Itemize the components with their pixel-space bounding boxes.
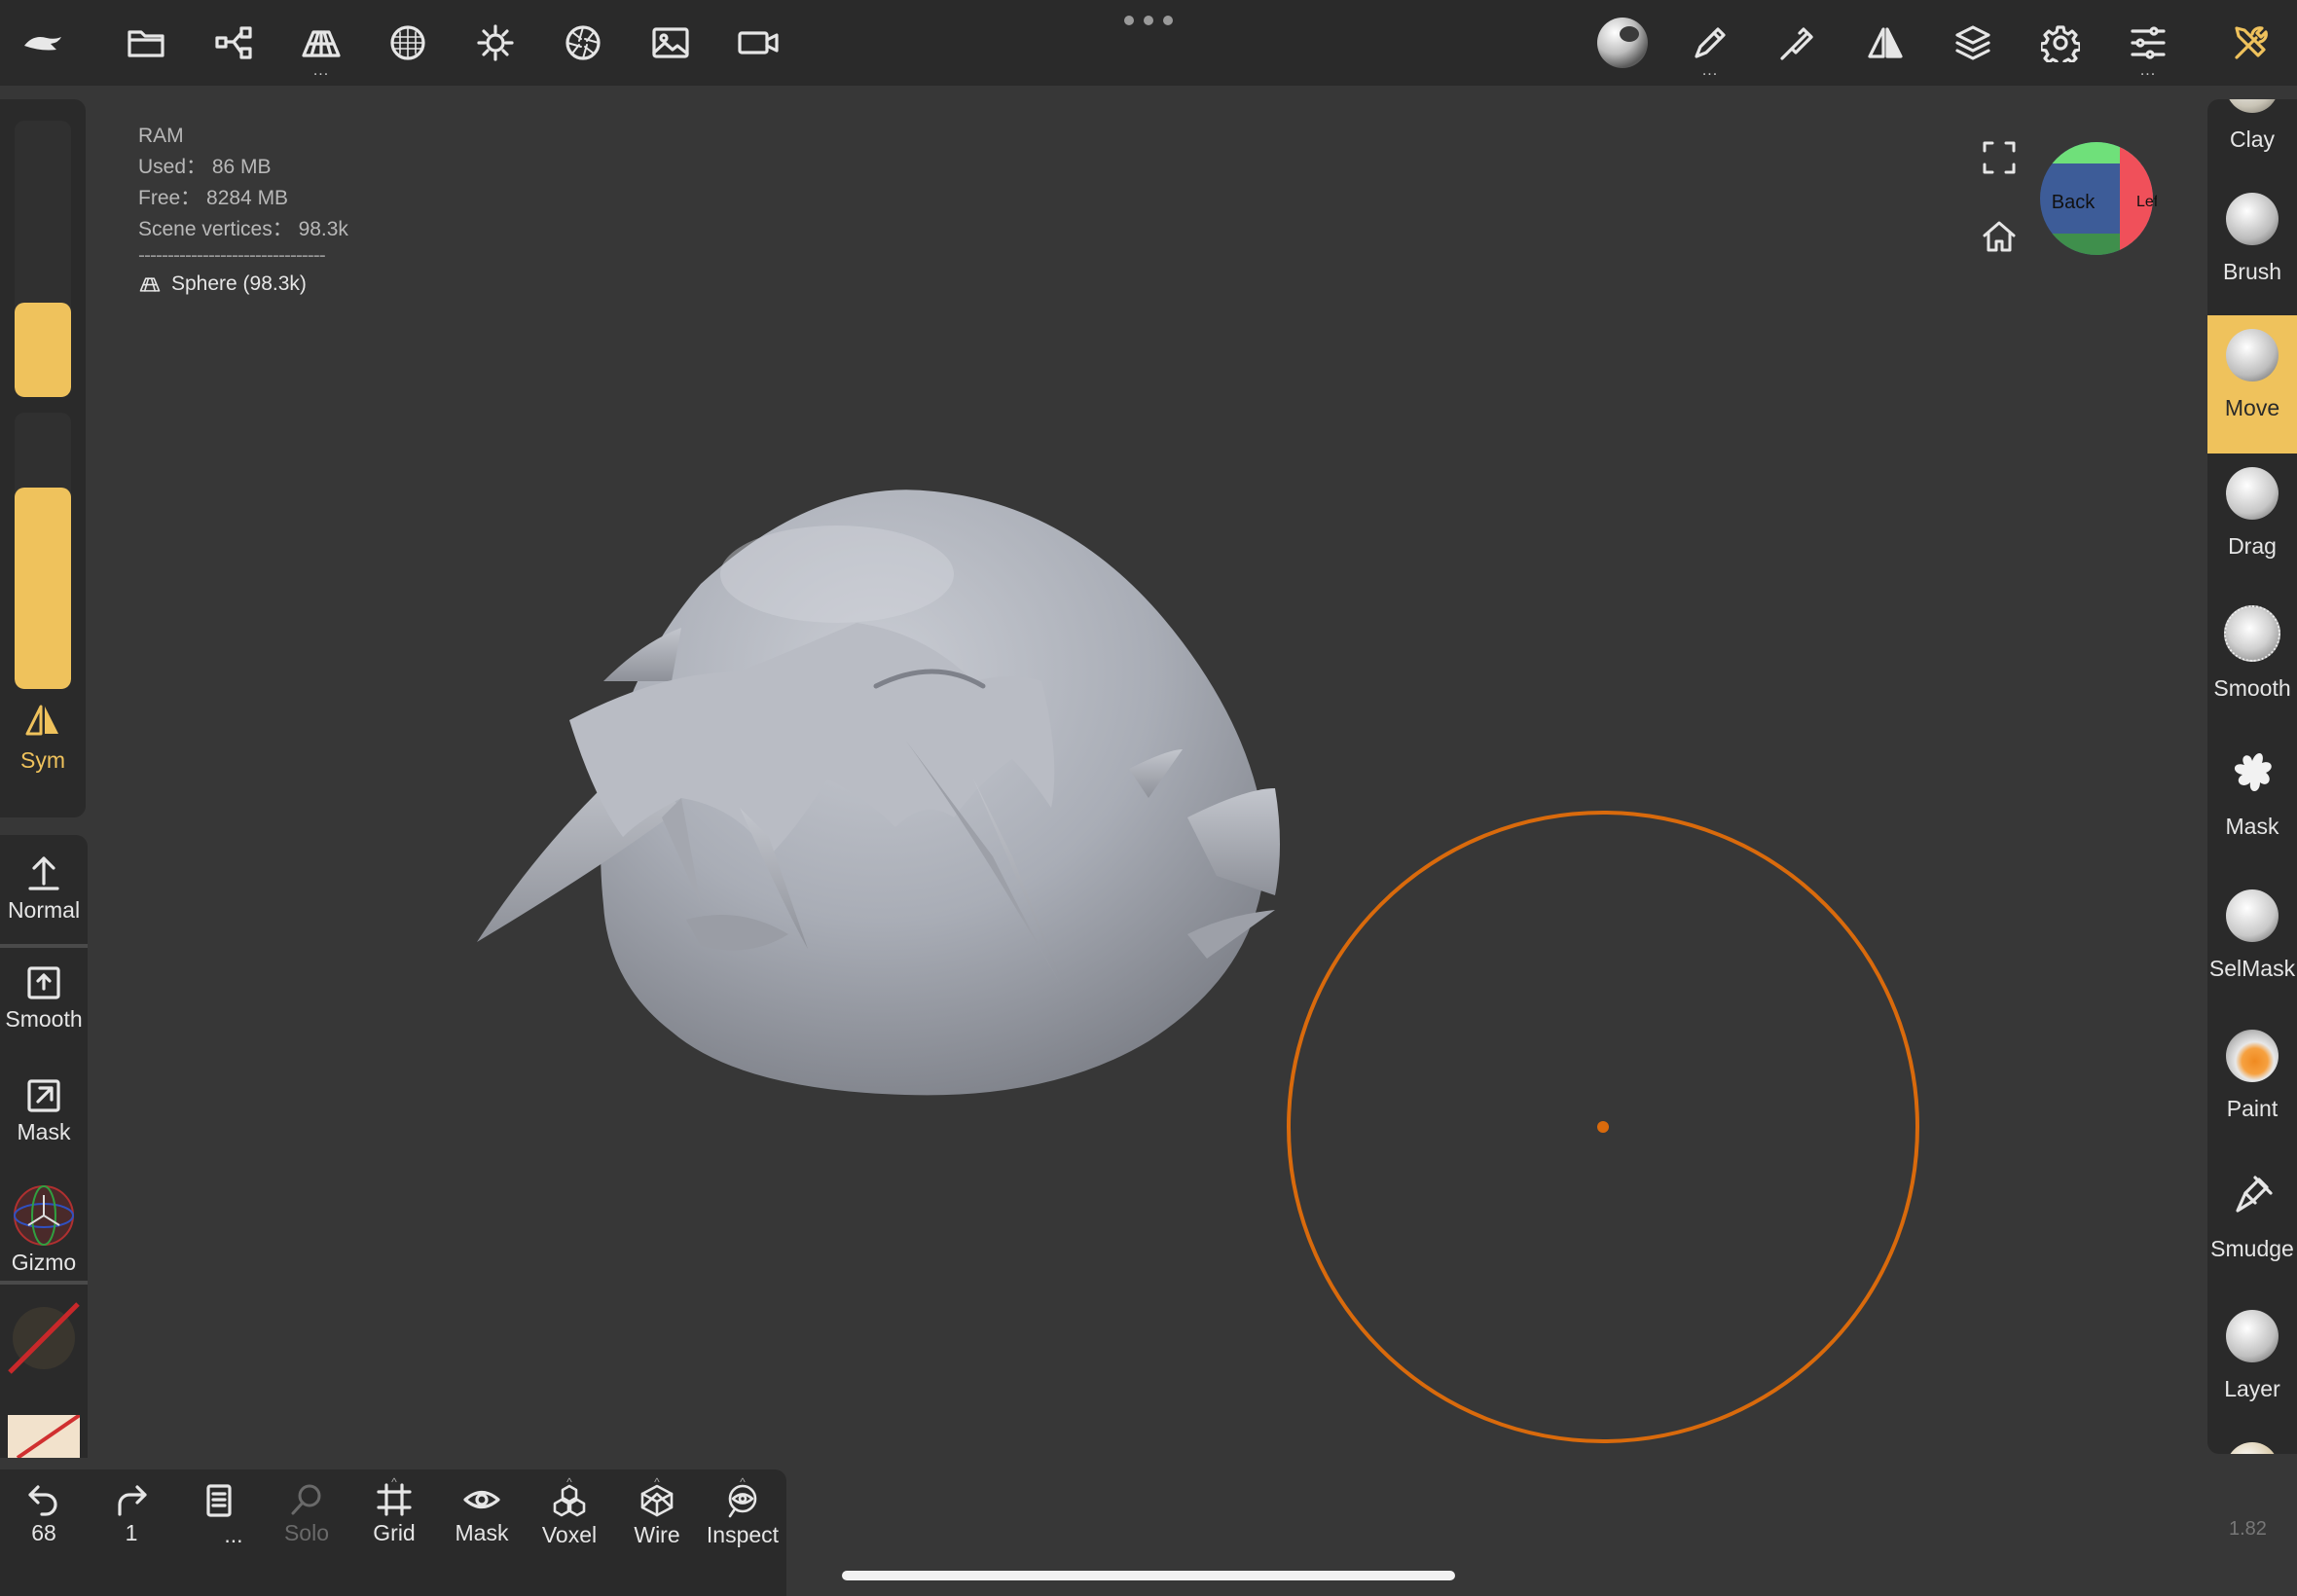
caret-up-icon: ^ bbox=[566, 1475, 572, 1489]
upload-arrow-icon bbox=[28, 856, 59, 890]
bottom-toolbar: 68 1 ... Solo ^ Grid Mask ^ Voxel ^ Wire… bbox=[0, 1469, 786, 1596]
smooth-toggle[interactable]: Smooth bbox=[0, 965, 88, 1033]
divider bbox=[0, 1281, 88, 1285]
solo-button[interactable]: Solo bbox=[263, 1483, 350, 1546]
voxel-label: Voxel bbox=[541, 1522, 598, 1547]
tool-next[interactable] bbox=[2207, 1442, 2297, 1454]
mask-box-icon bbox=[27, 1079, 60, 1112]
redo-count: 1 bbox=[125, 1520, 138, 1545]
undo-icon bbox=[28, 1485, 57, 1516]
caret-up-icon: ^ bbox=[391, 1475, 397, 1489]
smooth-box-icon bbox=[27, 966, 60, 999]
no-material-icon bbox=[8, 1302, 80, 1374]
solo-label: Solo bbox=[283, 1520, 330, 1545]
sculpted-sphere-model[interactable] bbox=[477, 490, 1280, 1096]
normal-button[interactable]: Normal bbox=[0, 854, 88, 924]
mask-splat-icon bbox=[2234, 752, 2272, 791]
document-icon bbox=[206, 1484, 232, 1517]
normal-label: Normal bbox=[7, 897, 81, 923]
next-tool-icon bbox=[2226, 1442, 2279, 1454]
tool-paint[interactable]: Paint bbox=[2207, 1030, 2297, 1168]
tool-label: Mask bbox=[2225, 814, 2279, 839]
redo-button[interactable]: 1 bbox=[88, 1483, 175, 1546]
tool-label: Paint bbox=[2226, 1096, 2279, 1121]
sculpt-tool-panel: Clay Brush Move Drag Smooth Mask SelMask… bbox=[2207, 99, 2297, 1454]
redo-icon bbox=[118, 1485, 147, 1516]
tool-label: SelMask bbox=[2208, 956, 2296, 981]
intensity-slider[interactable] bbox=[15, 413, 71, 689]
undo-count: 68 bbox=[31, 1520, 56, 1545]
undo-button[interactable]: 68 bbox=[0, 1483, 88, 1546]
drag-icon bbox=[2226, 467, 2279, 520]
material-slot-empty[interactable] bbox=[6, 1300, 82, 1376]
tool-mask[interactable]: Mask bbox=[2207, 747, 2297, 886]
symmetry-icon bbox=[25, 705, 58, 736]
inspect-button[interactable]: ^ Inspect bbox=[699, 1475, 786, 1548]
tool-label: Smooth bbox=[2213, 675, 2291, 701]
history-menu-dots: ... bbox=[224, 1522, 243, 1547]
wireframe-label: Wire bbox=[634, 1522, 680, 1547]
eye-icon bbox=[463, 1490, 500, 1509]
caret-up-icon: ^ bbox=[740, 1475, 746, 1489]
home-indicator[interactable] bbox=[842, 1571, 1455, 1580]
view-cube-front: Back bbox=[2052, 192, 2096, 213]
tool-selmask[interactable]: SelMask bbox=[2207, 889, 2297, 1028]
tool-label: Clay bbox=[2229, 127, 2275, 152]
view-cube-side: Left bbox=[2136, 194, 2157, 210]
selmask-icon bbox=[2226, 889, 2279, 942]
no-color-icon bbox=[16, 1415, 80, 1458]
search-icon bbox=[291, 1484, 321, 1515]
history-menu-button[interactable]: ... bbox=[175, 1483, 263, 1548]
tool-smudge[interactable]: Smudge bbox=[2207, 1170, 2297, 1308]
smooth-label: Smooth bbox=[5, 1006, 83, 1032]
smudge-finger-icon bbox=[2236, 1176, 2273, 1213]
smooth-icon bbox=[2224, 605, 2280, 662]
gizmo-icon bbox=[14, 1185, 74, 1246]
version-label: 1.82 bbox=[2229, 1518, 2267, 1540]
sym-label: Sym bbox=[20, 747, 65, 773]
fullscreen-icon[interactable] bbox=[1982, 140, 2017, 175]
divider bbox=[0, 944, 88, 948]
view-cube[interactable]: Back Left bbox=[2036, 138, 2157, 259]
tool-label: Drag bbox=[2228, 533, 2277, 559]
paint-icon bbox=[2226, 1030, 2279, 1082]
tool-brush[interactable]: Brush bbox=[2207, 193, 2297, 331]
left-tool-options: Normal Smooth Mask Gizmo bbox=[0, 835, 88, 1458]
gizmo-label: Gizmo bbox=[11, 1250, 77, 1275]
layer-icon bbox=[2226, 1310, 2279, 1362]
brush-center-dot bbox=[1597, 1121, 1609, 1133]
voxel-button[interactable]: ^ Voxel bbox=[526, 1475, 613, 1548]
mask-label: Mask bbox=[17, 1119, 71, 1144]
tool-clay[interactable]: Clay bbox=[2207, 99, 2297, 199]
wireframe-button[interactable]: ^ Wire bbox=[613, 1475, 701, 1548]
move-icon bbox=[2226, 329, 2279, 381]
home-view-icon[interactable] bbox=[1982, 220, 2017, 253]
intensity-slider-fill bbox=[15, 487, 71, 689]
tool-label: Brush bbox=[2222, 259, 2282, 284]
caret-up-icon: ^ bbox=[654, 1475, 660, 1489]
gizmo-button[interactable]: Gizmo bbox=[0, 1183, 88, 1276]
color-swatch[interactable] bbox=[8, 1415, 80, 1458]
tool-layer[interactable]: Layer bbox=[2207, 1310, 2297, 1448]
clay-icon bbox=[2226, 99, 2279, 113]
tool-label: Layer bbox=[2224, 1376, 2280, 1401]
mask-visibility-button[interactable]: Mask bbox=[438, 1483, 526, 1546]
tool-drag[interactable]: Drag bbox=[2207, 467, 2297, 605]
viewport[interactable] bbox=[0, 0, 2297, 1596]
grid-button[interactable]: ^ Grid bbox=[350, 1475, 438, 1546]
tool-label: Smudge bbox=[2210, 1236, 2294, 1261]
radius-slider-fill bbox=[15, 303, 71, 397]
brush-cursor bbox=[1287, 811, 1919, 1443]
sym-toggle[interactable]: Sym bbox=[0, 703, 86, 774]
grid-label: Grid bbox=[373, 1520, 416, 1545]
tool-label: Move bbox=[2224, 395, 2280, 420]
inspect-label: Inspect bbox=[706, 1522, 780, 1547]
tool-smooth[interactable]: Smooth bbox=[2207, 605, 2297, 744]
brush-icon bbox=[2226, 193, 2279, 245]
radius-slider[interactable] bbox=[15, 121, 71, 397]
left-slider-panel: Sym bbox=[0, 99, 86, 817]
mask-visibility-label: Mask bbox=[455, 1520, 509, 1545]
tool-move[interactable]: Move bbox=[2207, 315, 2297, 453]
mask-toggle[interactable]: Mask bbox=[0, 1078, 88, 1145]
